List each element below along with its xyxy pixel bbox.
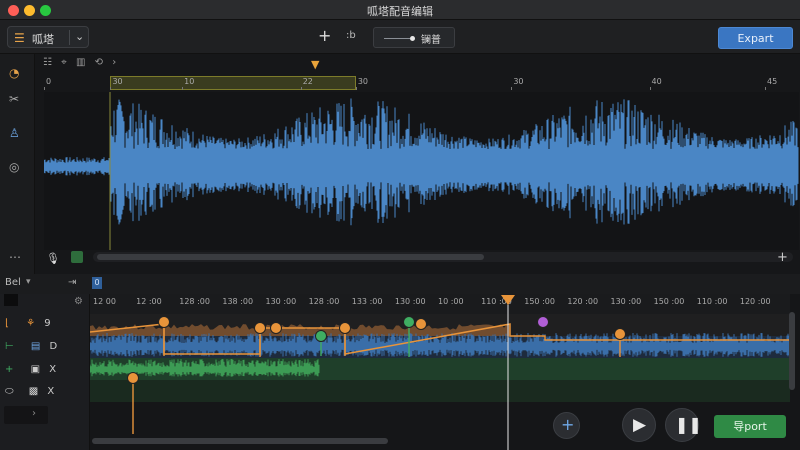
oval-icon: ⬭ [5,386,14,397]
mini-toolbar: ☷ ⌖ ▥ ⟲ › [43,57,122,68]
ruler-tick-label: 45 [767,77,778,86]
automation-node[interactable] [270,322,282,334]
automation-node[interactable] [127,372,139,384]
left-sidebar: ◔ ✂ ♙ ◎ ⋯ [0,54,35,274]
ruler-tick-mark [44,87,45,90]
person-icon[interactable]: ♙ [9,126,20,140]
collapse-icon[interactable]: ⇥ [68,277,76,288]
track-list: ⚙ ⌊ ⚘ 9 ⊢ ▤ D + ▣ X ⬭ ▩ X › [0,294,90,450]
waveform-panel: ☷ ⌖ ▥ ⟲ › ▼ 0 30 10 22 30 30 40 45 🎙 + [35,54,800,274]
track-row-1[interactable]: ⌊ ⚘ 9 [5,318,51,329]
waveform-svg [44,92,799,250]
loop-icon[interactable]: ⟲ [95,57,103,68]
ruler-tick-mark [649,87,651,90]
print-icon: ▣ [30,364,41,375]
settings-icon[interactable]: ⚙ [74,296,83,307]
title-bar: 呱塔配音编辑 [0,0,800,20]
ruler-tick-label: 22 [302,77,313,86]
ruler-tick-label: 30 [112,77,123,86]
ruler-tick-mark [110,87,112,90]
track-row-4[interactable]: ⬭ ▩ X [5,386,54,397]
edit-label: 镧普 [421,35,441,46]
app-window: 呱塔配音编辑 ☰ 呱塔 ⌄ + :b 镧普 Expart ◔ ✂ ♙ ◎ ⋯ ☷… [0,0,800,450]
bottom-scrollbar[interactable] [92,438,388,444]
waveform-view[interactable] [44,92,799,250]
window-title: 呱塔配音编辑 [367,5,433,18]
add-track-button[interactable]: + [777,250,788,265]
lane-label: Bel [5,277,21,288]
automation-node[interactable] [537,316,549,328]
ruler-tick-label: 30 [357,77,368,86]
pause-button[interactable]: ❚❚ [665,408,702,442]
slider-dot [410,36,415,41]
box-icon: ▩ [28,386,39,397]
upper-ruler[interactable]: 0 30 10 22 30 30 40 45 [44,76,799,90]
project-name: 呱塔 [32,33,54,46]
ruler-tick-mark [765,87,767,90]
track-row-2[interactable]: ⊢ ▤ D [5,341,57,352]
note-icon[interactable]: ⌖ [61,57,67,68]
pause-icon: ❚❚ [675,415,702,434]
track-color-icon[interactable] [71,251,83,263]
edit-button[interactable]: 镧普 [373,27,455,48]
export-button[interactable]: Expart [718,27,793,49]
divider [69,30,70,45]
chevron-down-icon[interactable]: ⌄ [75,30,84,43]
project-selector[interactable]: ☰ 呱塔 ⌄ [7,26,89,48]
plus-icon: + [5,364,14,375]
list-icon: ☰ [14,31,25,45]
list-view-icon[interactable]: ☷ [43,57,52,68]
tools-icon[interactable]: ✂ [9,92,19,106]
vertical-scrollbar[interactable] [789,312,795,390]
automation-node[interactable] [403,316,415,328]
ruler-tick-mark [300,87,302,90]
playhead-marker-icon[interactable]: ▼ [311,58,323,71]
lane-4-bg[interactable] [90,380,790,402]
automation-node[interactable] [339,322,351,334]
speedometer-icon[interactable]: ◔ [9,66,19,80]
play-button[interactable]: ▶ [622,408,656,442]
ruler-tick-label: 10 [184,77,195,86]
automation-node[interactable] [158,316,170,328]
ruler-tick-label: 30 [513,77,524,86]
chevron-right-icon[interactable]: › [112,57,116,68]
horizontal-scrollbar[interactable] [97,254,484,260]
crowd-icon: ⚘ [26,318,36,329]
trash-icon: ▤ [30,341,41,352]
selection-range[interactable] [110,76,356,90]
lower-header: Bel ▾ ⇥ 0 [0,274,800,294]
add-clip-button[interactable]: + [553,412,580,439]
automation-node[interactable] [254,322,266,334]
automation-node[interactable] [315,330,327,342]
more-icon[interactable]: ⋯ [9,250,21,264]
line-icon: ⊢ [5,341,14,352]
track-footer-button[interactable]: › [4,406,48,424]
slider-line [384,38,410,39]
track-swatch [4,294,18,306]
track-row-3[interactable]: + ▣ X [5,364,56,375]
chevron-right-icon: › [32,408,36,419]
ruler-tick-mark [511,87,513,90]
add-button[interactable]: + [318,26,331,45]
mode-label[interactable]: :b [346,30,356,41]
automation-node[interactable] [614,328,626,340]
track-index-badge[interactable]: 0 [92,277,102,289]
ruler-tick-mark [182,87,184,90]
play-icon: ▶ [633,415,647,435]
waveform-path [44,98,799,226]
automation-node[interactable] [415,318,427,330]
lane-dropdown[interactable]: ▾ [26,277,31,287]
ruler-tick-label: 0 [46,77,52,86]
ruler-tick-label: 40 [651,77,662,86]
disc-icon[interactable]: ◎ [9,160,19,174]
playhead-handle-icon[interactable] [501,295,515,305]
ruler-icon: ⌊ [5,318,9,329]
microphone-icon[interactable]: 🎙 [46,252,60,265]
import-button[interactable]: 导port [714,415,786,438]
ruler-tick-mark [355,87,357,90]
trash-icon[interactable]: ▥ [76,57,85,68]
